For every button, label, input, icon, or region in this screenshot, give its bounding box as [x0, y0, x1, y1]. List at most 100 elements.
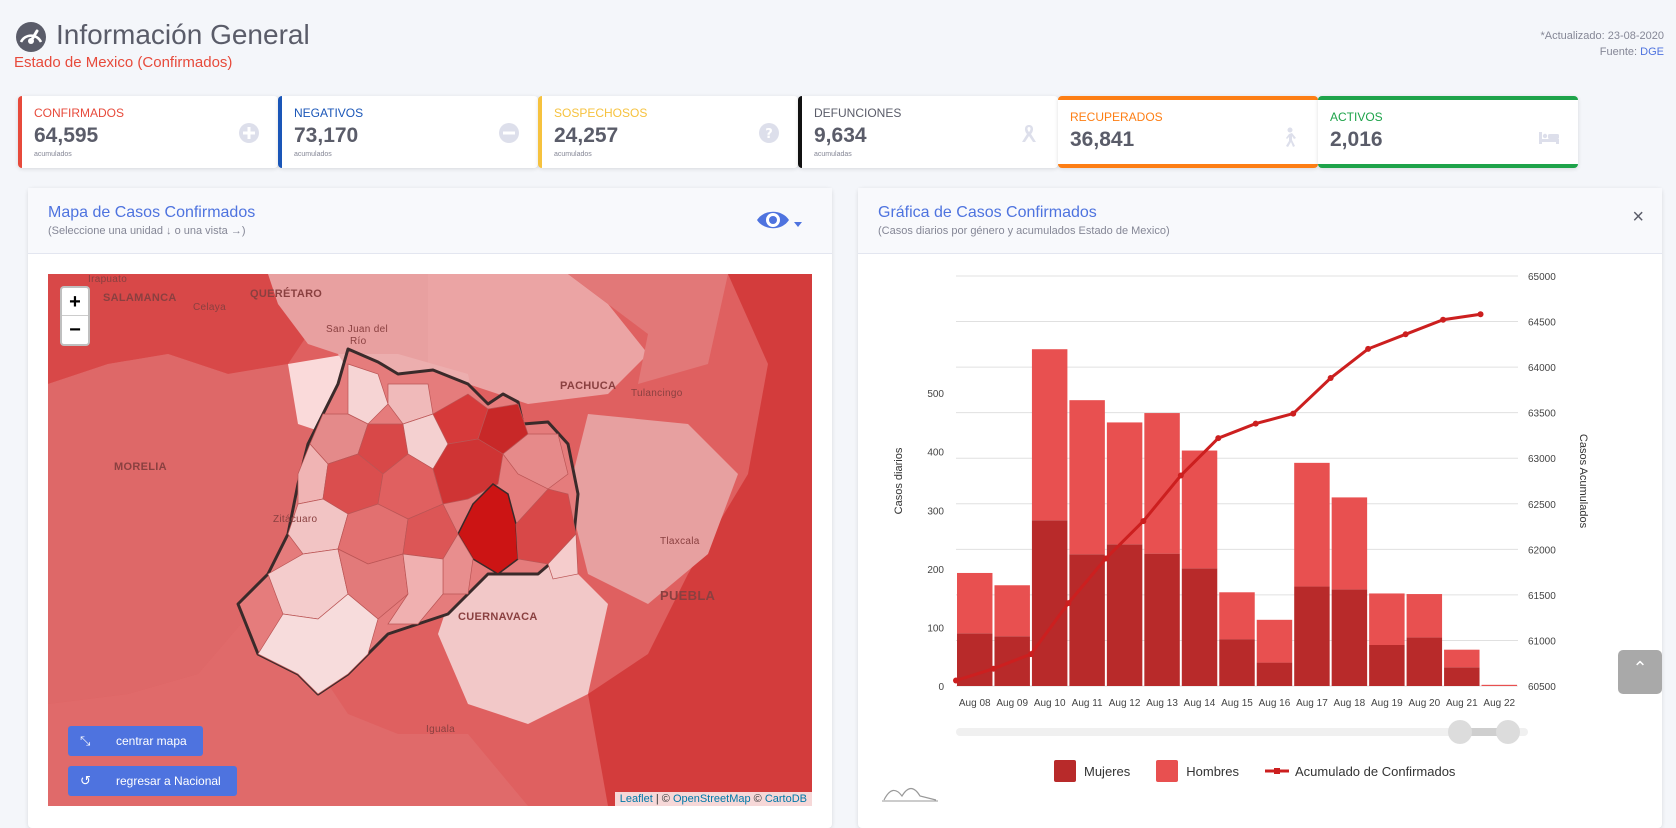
osm-link[interactable]: OpenStreetMap [673, 793, 751, 805]
bar-mujeres [1444, 667, 1480, 686]
summary-cards: CONFIRMADOS 64,595 acumulados NEGATIVOS … [18, 96, 1668, 168]
minus-circle-icon [499, 123, 519, 143]
page-title: Información General [56, 19, 310, 50]
legend-item-acumulado[interactable]: Acumulado de Confirmados [1265, 764, 1455, 779]
legend-label: Hombres [1186, 763, 1239, 779]
zoom-out-button[interactable]: − [62, 316, 88, 344]
right-tick-label: 62500 [1528, 500, 1556, 511]
map-label: Tulancingo [631, 388, 683, 399]
bar-hombres [1406, 594, 1443, 638]
map-label: Irapuato [88, 274, 128, 285]
x-tick-label: Aug 09 [996, 698, 1028, 709]
choropleth-map[interactable]: Irapuato SALAMANCA Celaya QUERÉTARO San … [48, 274, 812, 806]
card-recuperados[interactable]: RECUPERADOS 36,841 [1058, 96, 1318, 168]
close-button[interactable]: × [1632, 206, 1644, 229]
line-point [1252, 420, 1259, 427]
line-point [1290, 410, 1297, 417]
card-value: 2,016 [1330, 128, 1383, 151]
source-link[interactable]: DGE [1640, 46, 1664, 58]
bed-icon [1539, 132, 1559, 144]
back-national-button[interactable]: ↺ regresar a Nacional [68, 766, 237, 796]
question-circle-icon: ? [759, 123, 779, 143]
card-activos[interactable]: ACTIVOS 2,016 [1318, 96, 1578, 168]
legend-label: Acumulado de Confirmados [1295, 763, 1456, 779]
card-label: SOSPECHOSOS [554, 106, 648, 120]
line-point [990, 665, 997, 672]
legend-label: Mujeres [1084, 763, 1131, 779]
card-confirmados[interactable]: CONFIRMADOS 64,595 acumulados [18, 96, 278, 168]
plus-circle-icon [239, 123, 259, 143]
svg-text:?: ? [765, 127, 773, 142]
card-value: 64,595 [34, 124, 99, 147]
center-map-label: centrar mapa [116, 734, 187, 748]
map-label: Iguala [426, 724, 456, 735]
legend-swatch [1156, 760, 1179, 782]
line-point [1402, 331, 1409, 338]
bar-hombres [957, 572, 993, 634]
view-selector-eye-icon[interactable] [754, 206, 804, 236]
map-label: Tlaxcala [660, 536, 700, 547]
map-label: San Juan del [326, 324, 388, 335]
right-tick-label: 63000 [1528, 454, 1556, 465]
attribution-sep: | © [652, 793, 673, 805]
bar-mujeres [1256, 662, 1293, 686]
map-label: SALAMANCA [103, 292, 177, 304]
x-tick-label: Aug 08 [959, 698, 991, 709]
bar-hombres [1331, 497, 1368, 590]
undo-icon: ↺ [80, 773, 91, 788]
left-tick-label: 0 [938, 682, 944, 693]
line-point [953, 677, 959, 684]
range-selector-mini-icon[interactable] [882, 784, 938, 804]
line-point [1440, 316, 1447, 323]
card-label: ACTIVOS [1330, 110, 1383, 124]
map-label: Zitácuaro [273, 514, 318, 525]
x-tick-label: Aug 15 [1221, 698, 1253, 709]
source-label: Fuente: [1599, 46, 1638, 58]
bar-hombres [1069, 400, 1105, 555]
legend-swatch [1054, 760, 1076, 782]
card-label: RECUPERADOS [1070, 110, 1163, 124]
legend-item-mujeres[interactable]: Mujeres [1054, 760, 1130, 782]
attribution-sep: © [750, 793, 765, 805]
map-label: PUEBLA [660, 588, 716, 603]
line-point [1027, 651, 1034, 658]
range-slider-handle-left [1448, 720, 1472, 744]
zoom-control: + − [60, 286, 90, 346]
dashboard-gauge-icon [16, 22, 46, 52]
card-negativos[interactable]: NEGATIVOS 73,170 acumulados [278, 96, 538, 168]
card-sospechosos[interactable]: SOSPECHOSOS 24,257 acumulados ? [538, 96, 798, 168]
right-tick-label: 63500 [1528, 409, 1556, 420]
page-subtitle: Estado de Mexico (Confirmados) [14, 54, 233, 71]
right-tick-label: 61500 [1528, 591, 1556, 602]
leaflet-link[interactable]: Leaflet [620, 793, 653, 805]
scroll-to-top-button[interactable]: ⌃ [1618, 650, 1662, 694]
right-tick-label: 65000 [1528, 272, 1556, 283]
x-tick-label: Aug 21 [1446, 698, 1478, 709]
right-tick-label: 60500 [1528, 682, 1556, 693]
bar-mujeres [1144, 553, 1180, 686]
update-info: *Actualizado: 23-08-2020 Fuente: DGE [1540, 28, 1664, 60]
line-point [1177, 472, 1184, 479]
legend-item-hombres[interactable]: Hombres [1156, 760, 1239, 782]
card-defunciones[interactable]: DEFUNCIONES 9,634 acumuladas [798, 96, 1058, 168]
card-sub: acumulados [34, 151, 72, 158]
center-map-button[interactable]: ⤡ centrar mapa [68, 726, 203, 756]
cartodb-link[interactable]: CartoDB [765, 793, 807, 805]
bar-mujeres [1406, 637, 1443, 686]
x-tick-label: Aug 20 [1408, 698, 1440, 709]
compress-icon: ⤡ [80, 733, 91, 748]
x-tick-label: Aug 16 [1259, 698, 1291, 709]
bar-mujeres [1331, 589, 1368, 686]
left-tick-label: 300 [927, 506, 944, 517]
cases-chart: 60500 61000 61500 62000 62500 63000 63500 64000… [893, 272, 1589, 744]
bar-mujeres [1106, 544, 1143, 686]
x-tick-label: Aug 18 [1334, 698, 1366, 709]
chart-legend: Mujeres Hombres Acumulado de Confirmados [1054, 760, 1481, 782]
zoom-in-button[interactable]: + [62, 288, 88, 316]
right-tick-label: 64000 [1528, 363, 1556, 374]
bar-hombres [1294, 462, 1330, 587]
map-label: MORELIA [114, 461, 167, 473]
card-label: CONFIRMADOS [34, 106, 124, 120]
walking-icon [1286, 127, 1296, 147]
card-sub: acumuladas [814, 151, 852, 158]
